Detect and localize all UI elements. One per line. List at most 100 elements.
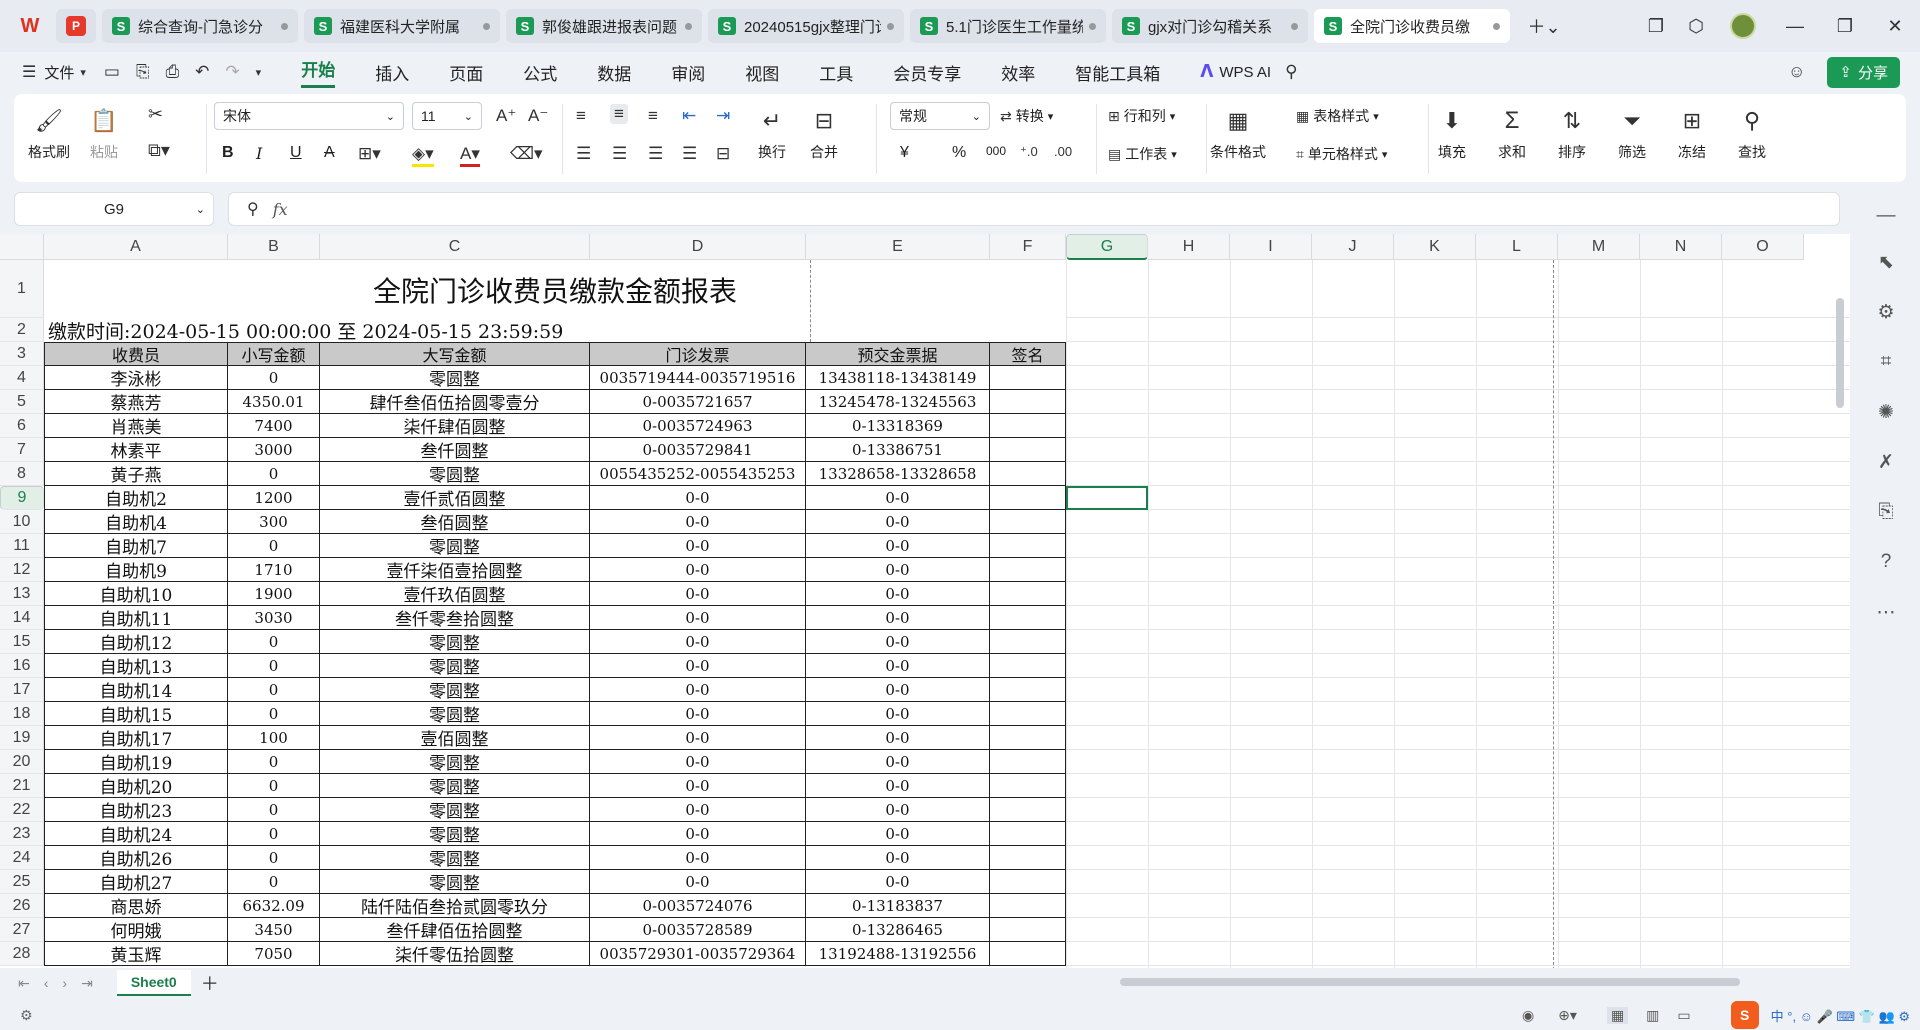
indent-increase-icon[interactable]: ⇥	[716, 106, 730, 126]
column-header[interactable]: A	[44, 234, 228, 260]
table-cell[interactable]: 黄子燕	[44, 462, 228, 486]
table-cell[interactable]: 自助机2	[44, 486, 228, 510]
table-cell[interactable]: 0-0	[806, 654, 990, 678]
table-cell[interactable]: 自助机9	[44, 558, 228, 582]
cell-style-button[interactable]: ⌗ 单元格样式 ▾	[1296, 144, 1387, 164]
table-cell[interactable]: 0-0	[806, 486, 990, 510]
decrease-font-icon[interactable]: A⁻	[528, 106, 548, 126]
table-cell[interactable]: 0-0	[590, 726, 806, 750]
table-cell[interactable]: 林素平	[44, 438, 228, 462]
table-cell[interactable]	[990, 582, 1066, 606]
table-cell[interactable]: 零圆整	[320, 534, 590, 558]
table-cell[interactable]: 0-0	[806, 678, 990, 702]
table-cell[interactable]: 3030	[228, 606, 320, 630]
table-cell[interactable]: 自助机27	[44, 870, 228, 894]
table-cell[interactable]: 0	[228, 702, 320, 726]
decrease-decimal-icon[interactable]: .00	[1054, 144, 1072, 159]
table-cell[interactable]: 4350.01	[228, 390, 320, 414]
table-cell[interactable]: 壹仟玖佰圆整	[320, 582, 590, 606]
table-cell[interactable]: 0	[228, 630, 320, 654]
table-cell[interactable]: 自助机23	[44, 798, 228, 822]
table-cell[interactable]: 0	[228, 366, 320, 390]
bold-button[interactable]: B	[222, 144, 234, 162]
column-header[interactable]: J	[1312, 234, 1394, 260]
rows-cols-button[interactable]: ⊞ 行和列 ▾	[1108, 106, 1175, 126]
select-cursor-icon[interactable]: ⬉	[1874, 250, 1898, 274]
table-cell[interactable]: 0-13318369	[806, 414, 990, 438]
align-top-icon[interactable]: ≡	[576, 106, 586, 126]
column-header[interactable]: N	[1640, 234, 1722, 260]
tab-close-icon[interactable]	[483, 22, 490, 30]
table-cell[interactable]: 0	[228, 534, 320, 558]
italic-button[interactable]: I	[256, 144, 262, 163]
menu-tab[interactable]: 工具	[819, 60, 853, 85]
table-cell[interactable]: 柒仟肆佰圆整	[320, 414, 590, 438]
collapse-icon[interactable]: —	[1874, 204, 1898, 228]
table-cell[interactable]: 13328658-13328658	[806, 462, 990, 486]
table-cell[interactable]: 0	[228, 822, 320, 846]
align-center-icon[interactable]: ☰	[612, 144, 627, 164]
tab-close-icon[interactable]	[281, 22, 288, 30]
table-cell[interactable]: 0-13183837	[806, 894, 990, 918]
add-sheet-icon[interactable]: ＋	[201, 970, 219, 996]
table-cell[interactable]: 0	[228, 870, 320, 894]
table-cell[interactable]: 0-0	[590, 750, 806, 774]
table-cell[interactable]: 叁仟圆整	[320, 438, 590, 462]
table-cell[interactable]: 0-0	[806, 558, 990, 582]
row-header[interactable]: 14	[0, 606, 44, 630]
table-cell[interactable]	[990, 414, 1066, 438]
table-cell[interactable]: 0-0	[806, 750, 990, 774]
select-all-corner[interactable]	[0, 234, 44, 260]
table-cell[interactable]: 0-0	[806, 630, 990, 654]
table-cell[interactable]: 自助机14	[44, 678, 228, 702]
row-header[interactable]: 27	[0, 918, 44, 942]
row-header[interactable]: 25	[0, 870, 44, 894]
redo-icon[interactable]: ↷	[225, 62, 239, 82]
table-cell[interactable]: 0-0	[590, 630, 806, 654]
wps-ai-button[interactable]: WPS AI	[1219, 64, 1271, 81]
search-icon[interactable]: ⚲	[1285, 62, 1297, 82]
table-cell[interactable]: 0	[228, 750, 320, 774]
browser-tab[interactable]: S 福建医科大学附属	[304, 9, 500, 43]
sort-button[interactable]: ⇅ 排序	[1558, 106, 1586, 162]
window-restore-icon[interactable]: ❐	[1636, 16, 1676, 37]
table-cell[interactable]: 0-0	[590, 846, 806, 870]
brain-icon[interactable]: ✺	[1874, 400, 1898, 424]
new-tab-button[interactable]: ＋⌄	[1524, 13, 1564, 39]
table-cell[interactable]: 13438118-13438149	[806, 366, 990, 390]
justify-icon[interactable]: ☰	[682, 144, 697, 164]
row-header[interactable]: 13	[0, 582, 44, 606]
table-cell[interactable]: 柒仟零伍拾圆整	[320, 942, 590, 966]
table-cell[interactable]: 0-0	[590, 486, 806, 510]
last-sheet-icon[interactable]: ⇥	[81, 975, 93, 992]
fx-icon[interactable]: fx	[273, 200, 288, 219]
conditional-format-button[interactable]: ▦ 条件格式	[1210, 106, 1266, 162]
table-cell[interactable]	[990, 870, 1066, 894]
align-bottom-icon[interactable]: ≡	[648, 106, 658, 126]
tab-close-icon[interactable]	[887, 22, 894, 30]
wrap-text-button[interactable]: ↵ 换行	[758, 106, 786, 162]
print-icon[interactable]: ⎙	[166, 62, 180, 82]
maximize-icon[interactable]: ❐	[1820, 16, 1870, 37]
fill-button[interactable]: ⬇ 填充	[1438, 106, 1466, 162]
table-cell[interactable]: 黄玉辉	[44, 942, 228, 966]
table-cell[interactable]: 肖燕美	[44, 414, 228, 438]
table-cell[interactable]: 13192488-13192556	[806, 942, 990, 966]
table-cell[interactable]: 0	[228, 654, 320, 678]
table-cell[interactable]: 0-0	[590, 870, 806, 894]
table-cell[interactable]: 何明娥	[44, 918, 228, 942]
table-cell[interactable]	[990, 846, 1066, 870]
table-cell[interactable]	[990, 366, 1066, 390]
increase-decimal-icon[interactable]: ⁺.0	[1020, 144, 1038, 160]
table-cell[interactable]: 自助机10	[44, 582, 228, 606]
column-header[interactable]: D	[590, 234, 806, 260]
paste-button[interactable]: 📋 粘贴	[90, 106, 118, 162]
chevron-down-icon[interactable]: ▾	[80, 66, 86, 79]
vertical-scrollbar[interactable]	[1836, 298, 1844, 408]
table-cell[interactable]	[990, 606, 1066, 630]
row-header[interactable]: 5	[0, 390, 44, 414]
sheet-tab-sheet0[interactable]: Sheet0	[116, 970, 191, 996]
table-cell[interactable]: 0-0	[806, 702, 990, 726]
table-cell[interactable]: 0-0	[806, 606, 990, 630]
menu-tab[interactable]: 开始	[301, 56, 336, 88]
